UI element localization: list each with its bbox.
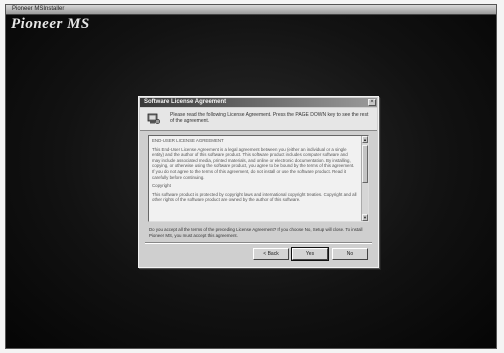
license-heading: END-USER LICENSE AGREEMENT [152,138,224,143]
license-textbox[interactable]: END-USER LICENSE AGREEMENT This End-User… [148,135,369,222]
license-dialog: Software License Agreement × Please read… [138,96,379,268]
scroll-thumb[interactable] [362,145,368,183]
brand-title: Pioneer MS [11,16,90,32]
close-button[interactable]: × [368,99,376,106]
scroll-up-button[interactable]: ▲ [362,136,368,143]
dialog-titlebar[interactable]: Software License Agreement × [140,98,377,107]
license-content: END-USER LICENSE AGREEMENT This End-User… [152,138,357,206]
window-title: Pioneer MSInstaller [12,6,65,12]
dialog-header: Please read the following License Agreem… [140,108,377,131]
no-button[interactable]: No [332,248,368,260]
yes-button[interactable]: Yes [291,247,329,261]
header-instructions: Please read the following License Agreem… [170,112,369,124]
back-button[interactable]: < Back [253,248,289,260]
setup-icon [147,113,160,124]
divider [145,242,372,244]
license-scrollbar[interactable]: ▲ ▼ [361,136,368,221]
license-section-copyright: Copyright [152,183,171,189]
dialog-title: Software License Agreement [144,99,227,105]
license-paragraph-1: This End-User License Agreement is a leg… [152,146,355,180]
license-paragraph-2: This software product is protected by co… [152,191,357,203]
window-titlebar[interactable]: Pioneer MSInstaller [6,5,496,15]
scroll-down-button[interactable]: ▼ [362,214,368,221]
accept-prompt: Do you accept all the terms of the prece… [149,227,363,238]
